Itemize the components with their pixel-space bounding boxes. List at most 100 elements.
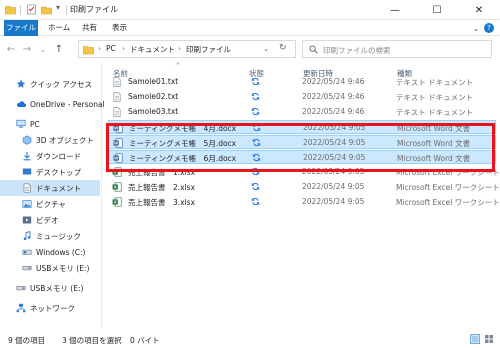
up-button[interactable]: ↑ xyxy=(52,41,66,57)
maximize-button[interactable]: ☐ xyxy=(416,0,458,20)
drive-icon xyxy=(22,249,32,255)
nav-item-downloads[interactable]: ダウンロード xyxy=(0,148,100,164)
recent-locations-button[interactable]: ⌄ xyxy=(36,41,50,57)
breadcrumb-print-files[interactable]: 印刷ファイル xyxy=(186,44,231,55)
word-file-icon: W xyxy=(113,138,123,148)
nav-item-label: 3D オブジェクト xyxy=(36,135,94,145)
tab-home[interactable]: ホーム xyxy=(42,20,76,36)
tab-file[interactable]: ファイル xyxy=(4,20,38,36)
nav-item-usb-e-root[interactable]: USBメモリ (E:) xyxy=(0,280,100,296)
file-row[interactable]: Samole02.txt 2022/05/24 9:46 テキスト ドキュメント xyxy=(108,90,496,104)
sort-ascending-icon: ^ xyxy=(175,62,181,70)
tab-view[interactable]: 表示 xyxy=(106,20,133,36)
usb-drive-icon xyxy=(22,265,32,271)
details-view-icon[interactable] xyxy=(470,334,480,344)
nav-item-network[interactable]: ネットワーク xyxy=(0,300,100,316)
file-type: Microsoft Word 文書 xyxy=(397,154,471,163)
nav-item-music[interactable]: ミュージック xyxy=(0,228,100,244)
selection-count: 3 個の項目を選択 xyxy=(62,336,122,345)
nav-item-onedrive[interactable]: OneDrive - Personal xyxy=(0,96,105,112)
text-file-icon xyxy=(113,107,121,117)
music-icon xyxy=(23,231,31,241)
properties-icon[interactable] xyxy=(26,4,37,15)
ribbon-tabs: ファイル ホーム 共有 表示 ⌄ ? xyxy=(0,20,500,36)
forward-button[interactable]: → xyxy=(20,41,34,57)
help-button[interactable]: ? xyxy=(484,23,494,33)
breadcrumb-separator: › xyxy=(122,44,125,53)
file-name: ミーティングメモ帳 5月.docx xyxy=(129,139,237,148)
search-placeholder: 印刷ファイルの検索 xyxy=(323,46,391,55)
computer-icon xyxy=(16,119,26,128)
documents-icon xyxy=(23,183,31,193)
file-name: Samole03.txt xyxy=(128,107,179,116)
file-type: テキスト ドキュメント xyxy=(396,93,474,102)
file-date: 2022/05/24 9:46 xyxy=(302,92,365,101)
file-row[interactable]: X 売上報告書 1.xlsx 2022/05/24 9:05 Microsoft Ex… xyxy=(108,165,500,179)
file-row[interactable]: X 売上報告書 3.xlsx 2022/05/24 9:05 Microsoft Ex… xyxy=(108,195,500,209)
svg-text:X: X xyxy=(114,170,117,175)
address-dropdown-button[interactable]: ⌄ xyxy=(263,44,269,53)
nav-item-label: ビデオ xyxy=(36,215,59,225)
sync-status-icon xyxy=(251,92,260,101)
file-type: Microsoft Word 文書 xyxy=(397,124,471,133)
file-name: Samole01.txt xyxy=(128,77,179,86)
breadcrumb-pc[interactable]: PC xyxy=(106,44,116,53)
nav-item-videos[interactable]: ビデオ xyxy=(0,212,100,228)
minimize-button[interactable]: — xyxy=(374,0,416,20)
search-input[interactable]: 印刷ファイルの検索 xyxy=(302,40,492,58)
file-type: Microsoft Excel ワークシート xyxy=(396,198,500,207)
excel-file-icon: X xyxy=(112,197,122,207)
breadcrumb-documents[interactable]: ドキュメント xyxy=(130,44,175,55)
close-button[interactable]: ✕ xyxy=(458,0,500,20)
usb-drive-icon xyxy=(16,285,26,291)
breadcrumb-separator: › xyxy=(178,44,181,53)
file-list: 名前 ^ 状態 更新日時 種類 Samole01.txt 2022/05/24 9… xyxy=(103,62,500,330)
nav-item-label: USBメモリ (E:) xyxy=(30,283,84,293)
tab-share[interactable]: 共有 xyxy=(76,20,103,36)
address-field[interactable]: › PC › ドキュメント › 印刷ファイル ⌄ ↻ xyxy=(78,40,296,58)
new-folder-icon[interactable] xyxy=(41,4,52,15)
file-name: 売上報告書 1.xlsx xyxy=(128,168,196,177)
status-bar: 9 個の項目 3 個の項目を選択 0 バイト xyxy=(0,330,500,348)
nav-item-label: ダウンロード xyxy=(36,151,81,161)
file-row[interactable]: W ミーティングメモ帳 4月.docx 2022/05/24 9:05 Microso… xyxy=(108,120,496,134)
file-row[interactable]: X 売上報告書 2.xlsx 2022/05/24 9:05 Microsoft Ex… xyxy=(108,180,500,194)
file-row[interactable]: W ミーティングメモ帳 5月.docx 2022/05/24 9:05 Microso… xyxy=(108,135,496,149)
refresh-button[interactable]: ↻ xyxy=(279,43,287,53)
file-name: ミーティングメモ帳 4月.docx xyxy=(129,124,237,133)
file-date: 2022/05/24 9:05 xyxy=(302,167,365,176)
sync-status-icon xyxy=(251,107,260,116)
file-date: 2022/05/24 9:46 xyxy=(302,107,365,116)
nav-item-usb-e[interactable]: USBメモリ (E:) xyxy=(0,260,100,276)
selection-size: 0 バイト xyxy=(130,336,160,345)
excel-file-icon: X xyxy=(112,182,122,192)
file-date: 2022/05/24 9:05 xyxy=(303,138,366,147)
3d-objects-icon xyxy=(22,135,32,145)
file-name: 売上報告書 2.xlsx xyxy=(128,183,196,192)
collapse-ribbon-button[interactable]: ⌄ xyxy=(470,22,482,34)
nav-item-pictures[interactable]: ピクチャ xyxy=(0,196,100,212)
search-icon xyxy=(309,45,318,54)
file-row[interactable]: Samole01.txt 2022/05/24 9:46 テキスト ドキュメント xyxy=(108,75,496,89)
nav-item-label: ミュージック xyxy=(36,231,81,241)
nav-item-documents[interactable]: ドキュメント xyxy=(0,180,100,196)
file-row[interactable]: Samole03.txt 2022/05/24 9:46 テキスト ドキュメント xyxy=(108,105,496,119)
sync-status-icon xyxy=(251,167,260,176)
sync-status-icon xyxy=(251,77,260,86)
nav-item-quick-access[interactable]: クイック アクセス xyxy=(0,76,100,92)
file-row[interactable]: W ミーティングメモ帳 6月.docx 2022/05/24 9:05 Microso… xyxy=(108,150,496,164)
pictures-icon xyxy=(22,200,32,208)
large-icons-view-icon[interactable] xyxy=(484,334,494,344)
back-button[interactable]: ← xyxy=(4,41,18,57)
breadcrumb-separator: › xyxy=(98,44,101,53)
nav-item-pc[interactable]: PC xyxy=(0,116,100,132)
file-date: 2022/05/24 9:05 xyxy=(302,182,365,191)
file-date: 2022/05/24 9:05 xyxy=(303,123,366,132)
nav-item-label: ネットワーク xyxy=(30,303,75,313)
file-type: テキスト ドキュメント xyxy=(396,108,474,117)
nav-item-3d-objects[interactable]: 3D オブジェクト xyxy=(0,132,100,148)
nav-item-windows-c[interactable]: Windows (C:) xyxy=(0,244,100,260)
sync-status-icon xyxy=(251,182,260,191)
nav-item-desktop[interactable]: デスクトップ xyxy=(0,164,100,180)
file-date: 2022/05/24 9:05 xyxy=(303,153,366,162)
